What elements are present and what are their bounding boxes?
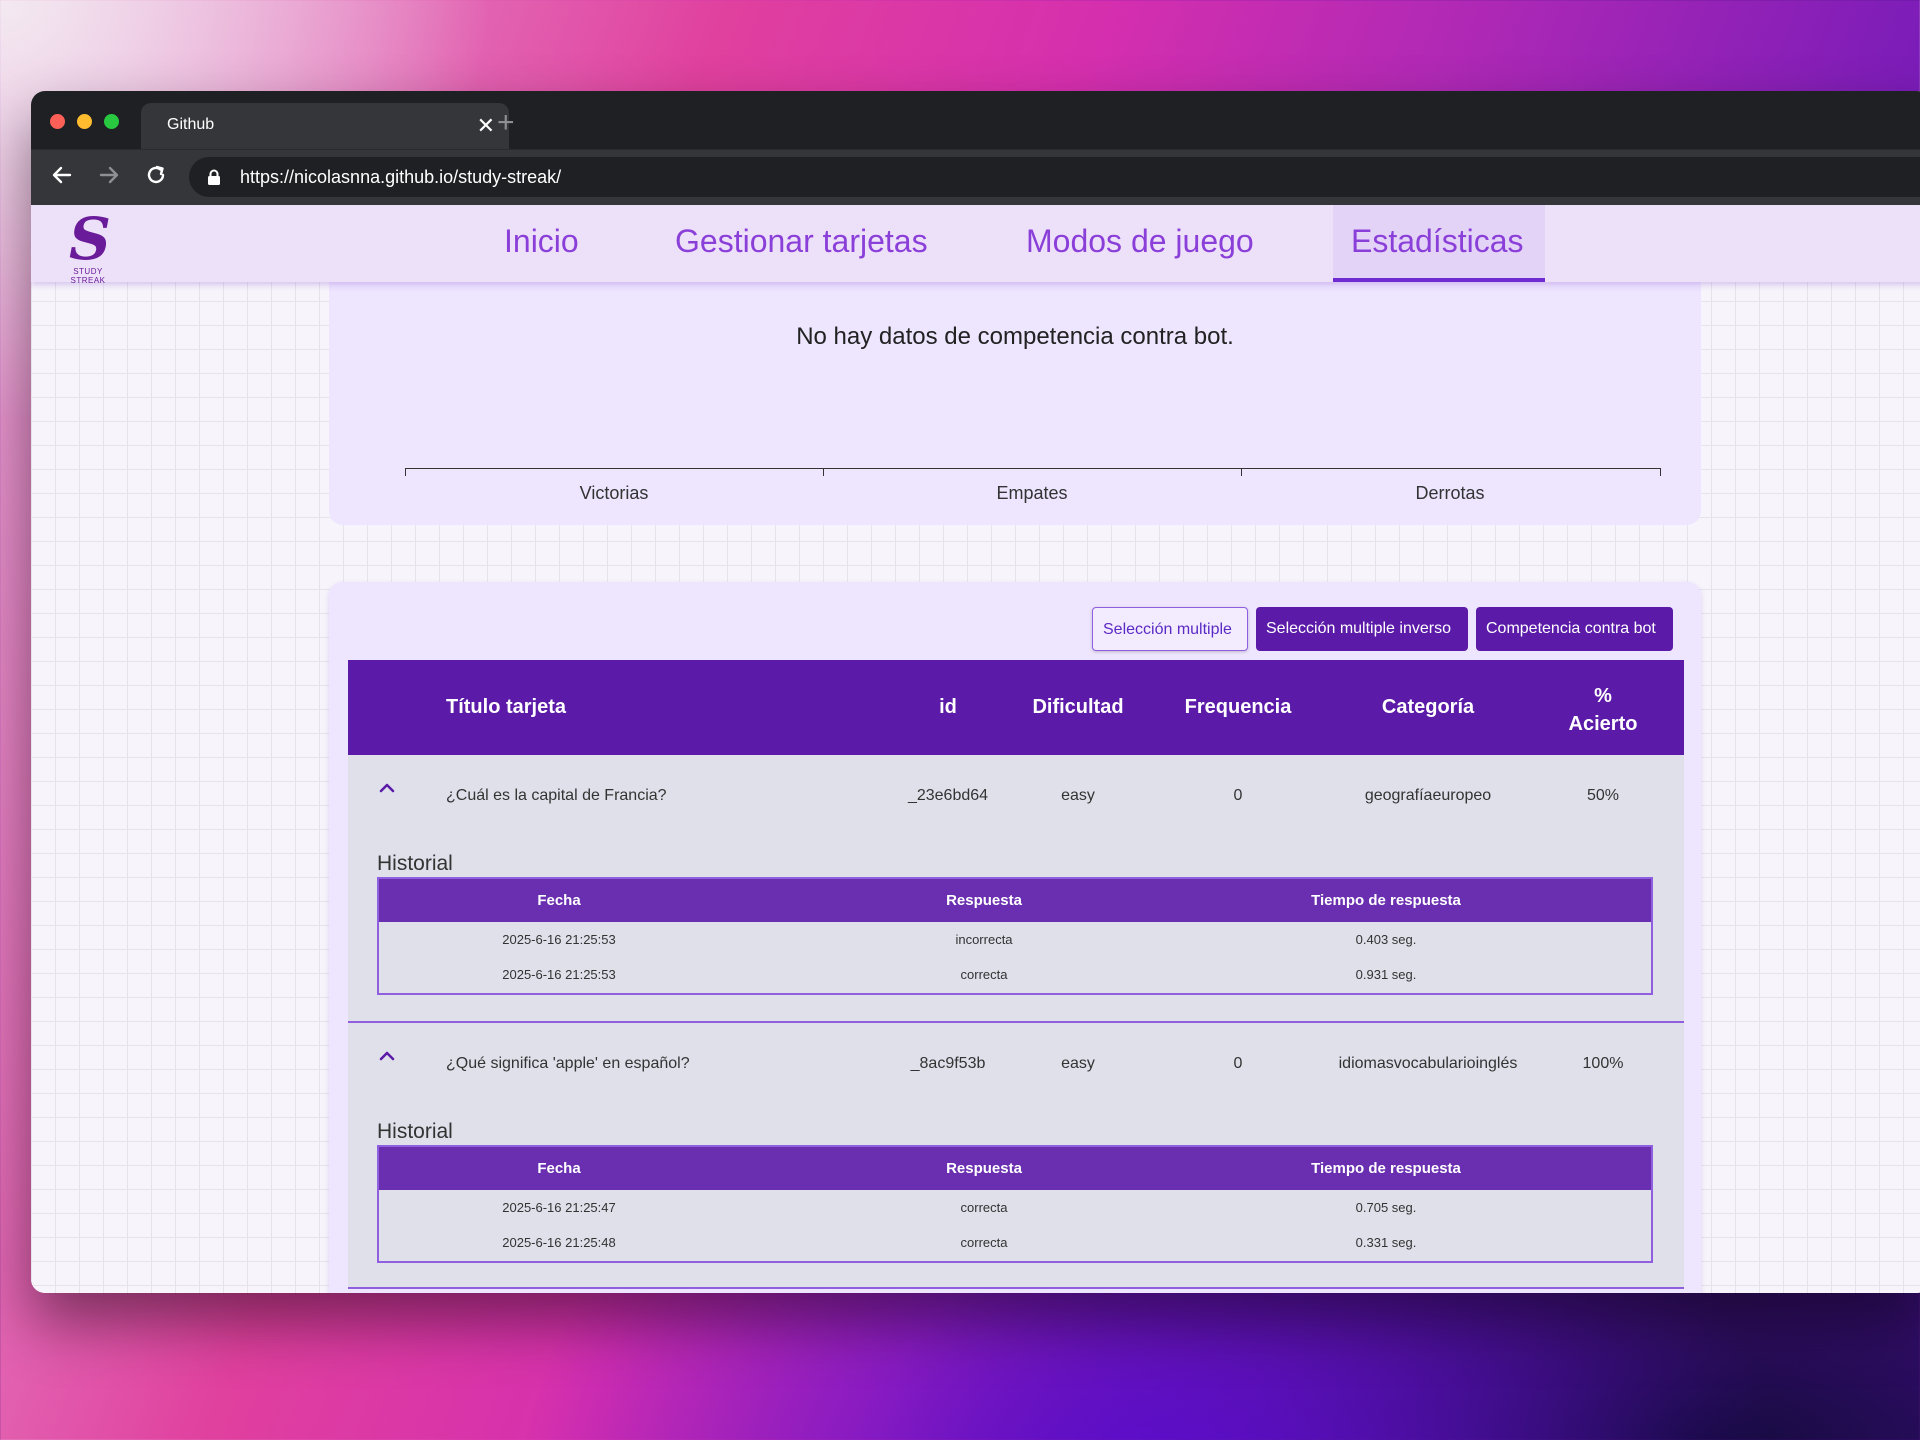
card-difficulty: easy <box>1061 787 1095 804</box>
card-difficulty: easy <box>1061 1055 1095 1072</box>
lock-icon <box>208 169 220 185</box>
header-titulo-tarjeta: Título tarjeta <box>446 696 567 718</box>
card-title: ¿Cuál es la capital de Francia? <box>446 787 667 804</box>
address-bar[interactable]: https://nicolasnna.github.io/study-strea… <box>189 157 1920 197</box>
no-data-message: No hay datos de competencia contra bot. <box>796 323 1234 350</box>
tab-bar: Github ✕ + <box>31 91 1920 149</box>
card-accuracy: 100% <box>1582 1055 1624 1072</box>
url-text: https://nicolasnna.github.io/study-strea… <box>240 167 562 187</box>
history-time: 0.403 seg. <box>1355 932 1417 947</box>
history-date: 2025-6-16 21:25:48 <box>502 1235 616 1250</box>
chevron-up-icon[interactable] <box>378 781 396 793</box>
table-row[interactable]: ¿Cuál es la capital de Francia? _23e6bd6… <box>348 755 1684 1023</box>
minimize-window-button[interactable] <box>77 114 92 129</box>
history-time: 0.705 seg. <box>1355 1200 1417 1215</box>
browser-toolbar: https://nicolasnna.github.io/study-strea… <box>31 149 1920 206</box>
table-row[interactable]: ¿Qué significa 'apple' en español? _8ac9… <box>348 1023 1684 1289</box>
window-controls <box>50 114 119 129</box>
history-table-header: Fecha Respuesta Tiempo de respuesta <box>379 1147 1651 1190</box>
header-frequencia: Frequencia <box>1184 696 1292 718</box>
history-date: 2025-6-16 21:25:47 <box>502 1200 616 1215</box>
history-header-respuesta: Respuesta <box>946 892 1022 909</box>
header-id: id <box>939 696 957 718</box>
history-date: 2025-6-16 21:25:53 <box>502 932 616 947</box>
card-id: _23e6bd64 <box>907 787 989 804</box>
history-time: 0.931 seg. <box>1355 967 1417 982</box>
axis-tick <box>823 468 824 476</box>
card-id: _8ac9f53b <box>910 1055 986 1072</box>
axis-label-empates: Empates <box>996 483 1068 503</box>
top-navbar: S STUDY STREAK Inicio Gestionar tarjetas… <box>31 205 1920 285</box>
header-categoria: Categoría <box>1381 696 1475 718</box>
card-stats-card: Selección multiple Selección multiple in… <box>329 582 1701 1293</box>
history-title: Historial <box>377 1120 453 1143</box>
axis-tick <box>405 468 406 476</box>
axis-label-victorias: Victorias <box>579 483 649 503</box>
reload-icon[interactable] <box>143 162 169 188</box>
chart-x-axis <box>405 468 1661 477</box>
header-dificultad: Dificultad <box>1032 696 1124 718</box>
card-accuracy: 50% <box>1586 787 1620 804</box>
history-answer: correcta <box>960 967 1008 982</box>
history-table: Fecha Respuesta Tiempo de respuesta 2025… <box>377 877 1653 995</box>
maximize-window-button[interactable] <box>104 114 119 129</box>
new-tab-button[interactable]: + <box>497 106 515 140</box>
forward-arrow-icon[interactable] <box>96 162 122 188</box>
close-window-button[interactable] <box>50 114 65 129</box>
history-title: Historial <box>377 852 453 875</box>
nav-estadisticas[interactable]: Estadísticas <box>1351 223 1524 260</box>
nav-gestionar-tarjetas[interactable]: Gestionar tarjetas <box>675 223 928 260</box>
history-answer: incorrecta <box>955 932 1013 947</box>
card-frequency: 0 <box>1233 1055 1243 1072</box>
history-answer: correcta <box>960 1235 1008 1250</box>
history-answer: correcta <box>960 1200 1008 1215</box>
card-title: ¿Qué significa 'apple' en español? <box>446 1055 690 1072</box>
page-content: S STUDY STREAK Inicio Gestionar tarjetas… <box>31 205 1920 1293</box>
history-header-respuesta: Respuesta <box>946 1160 1022 1177</box>
history-date: 2025-6-16 21:25:53 <box>502 967 616 982</box>
tab-title: Github <box>167 116 215 133</box>
nav-inicio[interactable]: Inicio <box>504 223 579 260</box>
logo-glyph: S <box>69 205 111 273</box>
card-category: geografíaeuropeo <box>1364 787 1492 804</box>
axis-tick <box>1660 468 1661 476</box>
history-header-tiempo: Tiempo de respuesta <box>1311 1160 1461 1177</box>
filter-seleccion-multiple-button[interactable]: Selección multiple <box>1092 607 1248 651</box>
filter-seleccion-multiple-inverso-button[interactable]: Selección multiple inverso <box>1256 607 1468 651</box>
nav-modos-de-juego[interactable]: Modos de juego <box>1026 223 1254 260</box>
card-frequency: 0 <box>1233 787 1243 804</box>
card-category: idiomasvocabularioinglés <box>1338 1055 1518 1072</box>
header-acierto: % Acierto <box>1568 685 1638 735</box>
history-header-tiempo: Tiempo de respuesta <box>1311 892 1461 909</box>
browser-window: Github ✕ + https://nicolasnna.github.io/… <box>31 91 1920 1293</box>
study-streak-logo[interactable]: S STUDY STREAK <box>57 205 119 285</box>
history-header-fecha: Fecha <box>537 892 581 909</box>
axis-label-derrotas: Derrotas <box>1415 483 1485 503</box>
history-time: 0.331 seg. <box>1355 1235 1417 1250</box>
history-header-fecha: Fecha <box>537 1160 581 1177</box>
logo-text: STUDY STREAK <box>70 267 106 285</box>
table-header: Título tarjeta id Dificultad Frequencia … <box>348 660 1684 755</box>
browser-tab[interactable]: Github ✕ <box>141 103 509 149</box>
filter-competencia-contra-bot-button[interactable]: Competencia contra bot <box>1476 607 1673 651</box>
history-table-header: Fecha Respuesta Tiempo de respuesta <box>379 879 1651 922</box>
chevron-up-icon[interactable] <box>378 1049 396 1061</box>
axis-tick <box>1241 468 1242 476</box>
history-table: Fecha Respuesta Tiempo de respuesta 2025… <box>377 1145 1653 1263</box>
back-arrow-icon[interactable] <box>49 162 75 188</box>
close-tab-icon[interactable]: ✕ <box>477 113 495 139</box>
